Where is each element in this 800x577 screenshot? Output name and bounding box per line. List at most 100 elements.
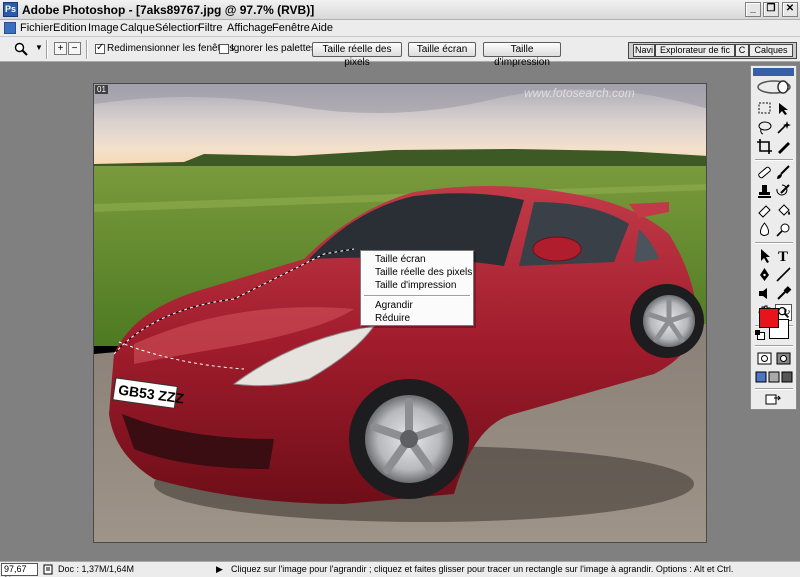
move-icon[interactable] xyxy=(775,100,792,117)
menu-fichier[interactable]: Fichier xyxy=(20,22,53,34)
magic-wand-icon[interactable] xyxy=(775,119,792,136)
menu-bar: Fichier Edition Image Calque Sélection F… xyxy=(0,20,800,37)
actual-pixels-button[interactable]: Taille réelle des pixels xyxy=(312,42,402,68)
lasso-icon[interactable] xyxy=(756,119,773,136)
menu-edition[interactable]: Edition xyxy=(53,22,87,34)
standard-mode-icon[interactable] xyxy=(756,350,773,367)
default-colors-icon[interactable] xyxy=(755,330,765,340)
tool-preset-caret-icon[interactable]: ▼ xyxy=(35,43,43,52)
toolbox-row xyxy=(755,183,793,202)
slice-icon[interactable] xyxy=(775,138,792,155)
window-title: Adobe Photoshop - [7aks89767.jpg @ 97.7%… xyxy=(22,3,315,17)
document-corner-tab: 01 xyxy=(95,85,108,94)
line-icon[interactable] xyxy=(775,266,792,283)
status-hint: Cliquez sur l'image pour l'agrandir ; cl… xyxy=(231,564,734,574)
toolbox-row xyxy=(755,100,793,119)
brush-icon[interactable] xyxy=(775,164,792,181)
dodge-icon[interactable] xyxy=(775,221,792,238)
document-menu-icon[interactable] xyxy=(4,22,16,34)
blur-icon[interactable] xyxy=(756,221,773,238)
toolbox-row xyxy=(755,285,793,304)
toolbox-divider xyxy=(755,242,793,244)
zoom-in-button[interactable]: + xyxy=(54,42,67,55)
stamp-icon[interactable] xyxy=(756,183,773,200)
menu-selection[interactable]: Sélection xyxy=(155,22,200,34)
path-select-icon[interactable] xyxy=(756,247,773,264)
toolbox-divider xyxy=(755,159,793,161)
ctx-item-print-size[interactable]: Taille d'impression xyxy=(375,280,456,291)
zoom-level-field[interactable]: 97,67 % xyxy=(1,563,38,577)
menu-fenetre[interactable]: Fenêtre xyxy=(272,22,310,34)
jump-to-imageready-icon[interactable] xyxy=(765,391,782,408)
toolbox-row xyxy=(755,138,793,157)
toolbox-row xyxy=(755,119,793,138)
close-button[interactable]: ✕ xyxy=(782,2,798,17)
document-icon xyxy=(43,564,53,575)
restore-button[interactable]: ❐ xyxy=(763,2,779,17)
palette-well: Navi Explorateur de fic C Calques xyxy=(628,42,797,59)
toolbox-row xyxy=(755,221,793,240)
adobe-online-icon[interactable] xyxy=(755,78,793,96)
toolbox-title-bar[interactable] xyxy=(753,68,794,76)
palette-tab-file-browser[interactable]: Explorateur de fic xyxy=(655,44,735,57)
eraser-icon[interactable] xyxy=(756,202,773,219)
screen-mode-full-icon[interactable] xyxy=(781,369,793,386)
options-bar: ▼ + − Redimensionner les fenêtres Ignore… xyxy=(0,37,800,68)
toolbox-row xyxy=(755,350,793,369)
print-size-button[interactable]: Taille d'impression xyxy=(483,42,561,68)
watermark: www.fotosearch.com xyxy=(524,86,635,100)
crop-icon[interactable] xyxy=(756,138,773,155)
ctx-separator xyxy=(364,295,470,297)
context-menu: Taille écran Taille réelle des pixels Ta… xyxy=(360,250,474,326)
ctx-item-zoom-out[interactable]: Réduire xyxy=(375,313,410,324)
menu-aide[interactable]: Aide xyxy=(311,22,333,34)
toolbox-row xyxy=(755,164,793,183)
history-brush-icon[interactable] xyxy=(775,183,792,200)
pen-icon[interactable] xyxy=(756,266,773,283)
status-menu-arrow-icon[interactable]: ▶ xyxy=(216,564,223,575)
title-bar: Ps Adobe Photoshop - [7aks89767.jpg @ 97… xyxy=(0,0,800,20)
screen-mode-full-menu-icon[interactable] xyxy=(768,369,780,386)
toolbox: T ↻ xyxy=(750,65,797,410)
marquee-icon[interactable] xyxy=(756,100,773,117)
zoom-tool-icon[interactable] xyxy=(14,42,28,56)
zoom-out-button[interactable]: − xyxy=(68,42,81,55)
resize-windows-checkbox[interactable] xyxy=(95,42,105,54)
document-size: Doc : 1,37M/1,64M xyxy=(58,564,135,574)
foreground-color-swatch[interactable] xyxy=(759,308,779,328)
type-icon[interactable]: T xyxy=(775,247,792,264)
screen-mode-standard-icon[interactable] xyxy=(755,369,767,386)
swap-colors-icon[interactable]: ↻ xyxy=(783,307,791,318)
toolbox-row: T xyxy=(755,247,793,266)
ctx-item-zoom-in[interactable]: Agrandir xyxy=(375,300,413,311)
status-bar: 97,67 % Doc : 1,37M/1,64M ▶ Cliquez sur … xyxy=(0,561,800,577)
toolbox-row xyxy=(755,391,793,410)
ctx-item-fit-screen[interactable]: Taille écran xyxy=(375,254,426,265)
minimize-button[interactable]: _ xyxy=(745,2,761,17)
palette-tab-c[interactable]: C xyxy=(735,44,749,57)
menu-affichage[interactable]: Affichage xyxy=(227,22,273,34)
toolbox-row xyxy=(755,202,793,221)
ignore-palettes-label: Ignorer les palettes xyxy=(231,43,317,54)
paint-bucket-icon[interactable] xyxy=(775,202,792,219)
notes-icon[interactable] xyxy=(756,285,773,302)
palette-tab-layers[interactable]: Calques xyxy=(749,44,793,57)
healing-icon[interactable] xyxy=(756,164,773,181)
separator xyxy=(46,40,48,59)
ctx-item-actual-pixels[interactable]: Taille réelle des pixels xyxy=(375,267,472,278)
eyedropper-icon[interactable] xyxy=(775,285,792,302)
toolbox-row xyxy=(755,369,793,388)
menu-filtre[interactable]: Filtre xyxy=(198,22,222,34)
toolbox-divider xyxy=(755,388,793,390)
photoshop-app-icon[interactable]: Ps xyxy=(3,2,18,17)
toolbox-divider xyxy=(755,345,793,347)
fit-screen-button[interactable]: Taille écran xyxy=(408,42,476,57)
resize-windows-label: Redimensionner les fenêtres xyxy=(107,43,235,54)
palette-tab-navigator[interactable]: Navi xyxy=(633,44,655,57)
menu-image[interactable]: Image xyxy=(88,22,119,34)
menu-calque[interactable]: Calque xyxy=(120,22,155,34)
ignore-palettes-checkbox[interactable] xyxy=(219,44,229,54)
quick-mask-icon[interactable] xyxy=(775,350,792,367)
separator xyxy=(86,40,88,59)
toolbox-row xyxy=(755,266,793,285)
